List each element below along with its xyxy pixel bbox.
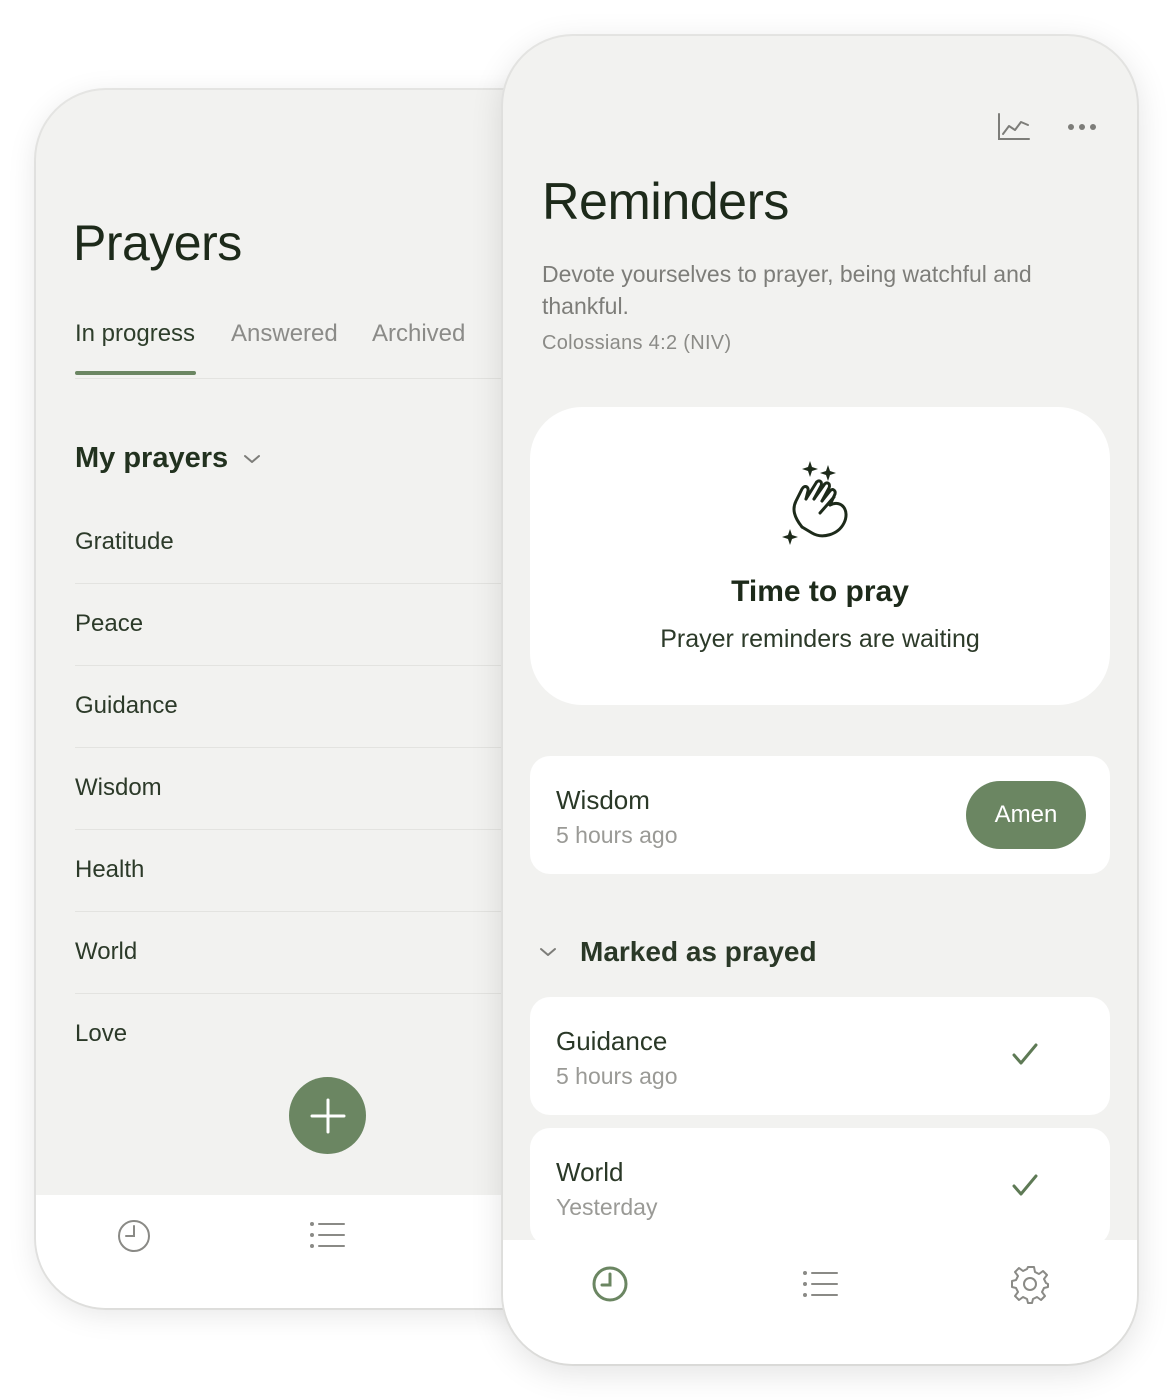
marked-as-prayed-toggle[interactable]: Marked as prayed	[538, 936, 817, 968]
list-icon[interactable]	[308, 1219, 348, 1251]
gear-icon[interactable]	[1011, 1264, 1051, 1304]
clock-icon[interactable]	[590, 1264, 630, 1304]
chevron-down-icon	[538, 946, 558, 958]
reminders-screen: Reminders Devote yourselves to prayer, b…	[503, 36, 1137, 1364]
check-icon[interactable]	[1010, 1041, 1040, 1069]
tab-in-progress[interactable]: In progress	[75, 320, 195, 348]
active-tab-indicator	[75, 371, 196, 375]
prayed-item-card[interactable]: World Yesterday	[530, 1128, 1110, 1246]
plus-icon	[308, 1096, 348, 1136]
list-icon[interactable]	[801, 1268, 841, 1300]
verse-text: Devote yourselves to prayer, being watch…	[542, 261, 1032, 319]
my-prayers-dropdown[interactable]: My prayers	[75, 442, 262, 475]
hero-title: Time to pray	[731, 575, 909, 608]
verse-reference: Colossians 4:2 (NIV)	[542, 332, 732, 354]
group-label: My prayers	[75, 442, 229, 474]
clock-icon[interactable]	[115, 1217, 153, 1255]
prayer-time: 5 hours ago	[556, 822, 678, 848]
page-title: Prayers	[73, 215, 242, 271]
praying-hands-icon	[780, 459, 860, 549]
pending-prayer-card[interactable]: Wisdom 5 hours ago Amen	[530, 756, 1110, 874]
hero-subtitle: Prayer reminders are waiting	[660, 625, 980, 653]
prayer-time: 5 hours ago	[556, 1063, 678, 1089]
page-title: Reminders	[542, 173, 789, 231]
check-icon[interactable]	[1010, 1172, 1040, 1200]
amen-button[interactable]: Amen	[966, 781, 1086, 849]
tab-answered[interactable]: Answered	[231, 320, 338, 348]
chevron-down-icon	[242, 453, 262, 465]
chart-icon[interactable]	[997, 112, 1031, 142]
header-actions	[997, 112, 1097, 142]
bottom-nav	[503, 1240, 1137, 1364]
prayer-name: Wisdom	[556, 785, 650, 815]
add-prayer-button[interactable]	[289, 1077, 366, 1154]
tab-archived[interactable]: Archived	[372, 320, 465, 348]
prayer-time: Yesterday	[556, 1194, 658, 1220]
section-label: Marked as prayed	[580, 936, 817, 967]
prayer-name: Guidance	[556, 1026, 668, 1056]
time-to-pray-card[interactable]: Time to pray Prayer reminders are waitin…	[530, 407, 1110, 705]
more-icon[interactable]	[1067, 123, 1097, 131]
prayer-name: World	[556, 1157, 624, 1187]
prayed-item-card[interactable]: Guidance 5 hours ago	[530, 997, 1110, 1115]
